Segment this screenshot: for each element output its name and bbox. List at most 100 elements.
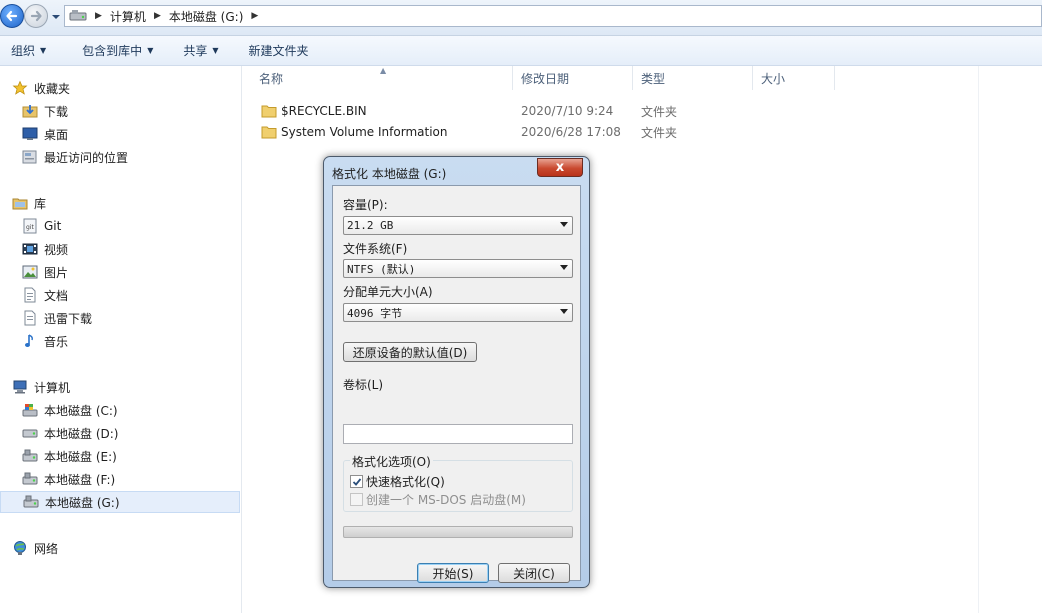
system-drive-icon xyxy=(22,404,38,417)
address-box[interactable]: ▶ 计算机 ▶ 本地磁盘 (G:) ▶ xyxy=(64,5,1042,27)
quick-format-label: 快速格式化(Q) xyxy=(366,475,445,489)
format-dialog: 格式化 本地磁盘 (G:) x 容量(P): 21.2 GB 文件系统(F) N… xyxy=(323,156,590,588)
volume-label-label: 卷标(L) xyxy=(343,378,384,392)
format-options-title: 格式化选项(O) xyxy=(350,453,433,470)
column-header-size[interactable]: 大小 xyxy=(753,66,835,90)
file-name: System Volume Information xyxy=(281,125,448,139)
table-row[interactable]: System Volume Information 2020/6/28 17:0… xyxy=(253,121,773,143)
checkbox-checked-icon[interactable] xyxy=(350,475,363,488)
column-header-modified[interactable]: 修改日期 xyxy=(513,66,633,90)
sidebar-item-label: 图片 xyxy=(44,265,69,280)
share-label: 共享 xyxy=(183,44,208,58)
sidebar-item-favorites[interactable]: 收藏夹 xyxy=(0,77,240,99)
breadcrumb-separator-icon[interactable]: ▶ xyxy=(95,11,102,21)
column-header-name[interactable]: 名称 xyxy=(251,66,513,90)
sidebar-item-desktop[interactable]: 桌面 xyxy=(0,123,240,145)
history-dropdown-icon[interactable] xyxy=(51,12,61,22)
column-header-label: 修改日期 xyxy=(521,71,570,86)
share-button[interactable]: 共享 ▼ xyxy=(172,36,229,65)
capacity-select[interactable]: 21.2 GB xyxy=(343,216,573,235)
sidebar-item-label: 迅雷下载 xyxy=(44,311,93,326)
msdos-boot-label: 创建一个 MS-DOS 启动盘(M) xyxy=(366,493,526,507)
arrow-right-icon xyxy=(30,10,42,22)
command-bar: 组织 ▼ 包含到库中 ▼ 共享 ▼ 新建文件夹 xyxy=(0,36,1042,66)
include-library-button[interactable]: 包含到库中 ▼ xyxy=(71,36,164,65)
sidebar-item-label: 视频 xyxy=(44,242,69,257)
sidebar-item-network[interactable]: 网络 xyxy=(0,537,240,559)
computer-icon xyxy=(13,380,27,394)
chevron-down-icon xyxy=(560,265,568,270)
dialog-title: 格式化 本地磁盘 (G:) xyxy=(332,167,447,181)
back-button[interactable] xyxy=(0,4,24,28)
sidebar-item-recent[interactable]: 最近访问的位置 xyxy=(0,146,240,168)
file-date: 2020/7/10 9:24 xyxy=(521,104,614,118)
capacity-value: 21.2 GB xyxy=(347,219,394,232)
chevron-down-icon: ▼ xyxy=(147,46,154,55)
sidebar-item-thunder[interactable]: 迅雷下载 xyxy=(0,307,240,329)
format-options-group: 格式化选项(O) 快速格式化(Q) 创建一个 MS-DOS 启动盘(M) xyxy=(343,453,573,512)
sidebar-item-label: 本地磁盘 (E:) xyxy=(44,449,117,464)
organize-button[interactable]: 组织 ▼ xyxy=(0,36,57,65)
forward-button[interactable] xyxy=(24,4,48,28)
file-date: 2020/6/28 17:08 xyxy=(521,125,621,139)
drive-icon xyxy=(22,429,38,438)
column-header-label: 名称 xyxy=(259,71,284,86)
file-type: 文件夹 xyxy=(641,104,678,119)
filesystem-select[interactable]: NTFS (默认) xyxy=(343,259,573,278)
quick-format-checkbox[interactable]: 快速格式化(Q) xyxy=(350,473,445,490)
include-library-label: 包含到库中 xyxy=(82,44,143,58)
close-icon[interactable]: x xyxy=(537,158,583,177)
breadcrumb-computer[interactable]: 计算机 xyxy=(110,8,146,25)
sidebar-item-label: 本地磁盘 (G:) xyxy=(45,495,120,510)
sidebar-item-libraries[interactable]: 库 xyxy=(0,192,240,214)
navigation-pane: 收藏夹 下载 桌面 最近访问的位置 库 git Git 视频 图片 文档 迅雷下… xyxy=(0,66,242,613)
sidebar-item-drive-f[interactable]: 本地磁盘 (F:) xyxy=(0,468,240,490)
organize-label: 组织 xyxy=(11,44,36,58)
sidebar-item-computer[interactable]: 计算机 xyxy=(0,376,240,398)
file-type: 文件夹 xyxy=(641,125,678,140)
address-bar: ▶ 计算机 ▶ 本地磁盘 (G:) ▶ xyxy=(0,0,1042,36)
library-icon xyxy=(12,198,28,210)
breadcrumb-separator-icon[interactable]: ▶ xyxy=(154,11,161,21)
sidebar-item-documents[interactable]: 文档 xyxy=(0,284,240,306)
allocation-select[interactable]: 4096 字节 xyxy=(343,303,573,322)
sidebar-item-video[interactable]: 视频 xyxy=(0,238,240,260)
star-icon xyxy=(12,80,28,95)
allocation-label: 分配单元大小(A) xyxy=(343,285,433,299)
sidebar-item-pictures[interactable]: 图片 xyxy=(0,261,240,283)
sidebar-item-drive-c[interactable]: 本地磁盘 (C:) xyxy=(0,399,240,421)
sidebar-item-label: 计算机 xyxy=(34,380,71,395)
git-library-icon: git xyxy=(23,218,37,234)
sidebar-item-git[interactable]: git Git xyxy=(0,215,240,237)
start-button[interactable]: 开始(S) xyxy=(417,563,489,583)
sidebar-item-label: 本地磁盘 (C:) xyxy=(44,403,118,418)
breadcrumb-separator-icon[interactable]: ▶ xyxy=(251,11,258,21)
table-row[interactable]: $RECYCLE.BIN 2020/7/10 9:24 文件夹 xyxy=(253,100,773,122)
sidebar-item-label: 文档 xyxy=(44,288,69,303)
close-button[interactable]: 关闭(C) xyxy=(498,563,570,583)
column-header-type[interactable]: 类型 xyxy=(633,66,753,90)
new-folder-label: 新建文件夹 xyxy=(248,44,309,58)
sidebar-item-label: 收藏夹 xyxy=(34,81,71,96)
sidebar-item-drive-g[interactable]: 本地磁盘 (G:) xyxy=(0,491,240,513)
sidebar-item-drive-d[interactable]: 本地磁盘 (D:) xyxy=(0,422,240,444)
sidebar-item-label: Git xyxy=(44,219,62,233)
restore-defaults-button[interactable]: 还原设备的默认值(D) xyxy=(343,342,477,362)
sidebar-item-label: 本地磁盘 (D:) xyxy=(44,426,119,441)
document-icon xyxy=(24,310,36,326)
sidebar-item-downloads[interactable]: 下载 xyxy=(0,100,240,122)
breadcrumb-drive-g[interactable]: 本地磁盘 (G:) xyxy=(169,8,244,25)
chevron-down-icon: ▼ xyxy=(40,46,47,55)
sidebar-item-drive-e[interactable]: 本地磁盘 (E:) xyxy=(0,445,240,467)
volume-label-input[interactable] xyxy=(343,424,573,444)
file-name: $RECYCLE.BIN xyxy=(281,104,367,118)
recent-places-icon xyxy=(22,150,37,164)
sidebar-item-label: 最近访问的位置 xyxy=(44,150,129,165)
folder-icon xyxy=(261,105,277,118)
document-icon xyxy=(24,287,36,303)
format-progress-bar xyxy=(343,526,573,538)
dialog-body: 容量(P): 21.2 GB 文件系统(F) NTFS (默认) 分配单元大小(… xyxy=(332,185,581,583)
pane-divider xyxy=(978,66,979,613)
sidebar-item-music[interactable]: 音乐 xyxy=(0,330,240,352)
new-folder-button[interactable]: 新建文件夹 xyxy=(238,36,320,65)
